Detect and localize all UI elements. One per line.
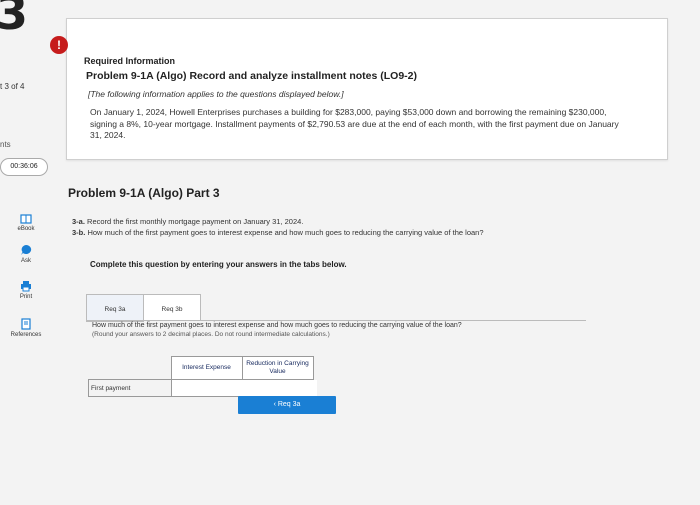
question-number: 3 <box>0 0 29 40</box>
tab-req-3a[interactable]: Req 3a <box>86 294 144 322</box>
table-row: First payment <box>88 379 317 397</box>
question-3a-label: 3-a. <box>72 217 85 226</box>
sidebar-item-ebook[interactable]: eBook <box>4 214 48 232</box>
question-3b-text: How much of the first payment goes to in… <box>87 228 484 237</box>
points-label: nts <box>0 140 11 149</box>
question-3a: 3-a. Record the first monthly mortgage p… <box>72 216 484 227</box>
sidebar-item-label: References <box>10 332 42 338</box>
interest-expense-input[interactable] <box>171 380 246 396</box>
tab-label: Req 3a <box>104 306 126 313</box>
problem-title: Problem 9-1A (Algo) Record and analyze i… <box>86 70 418 82</box>
prev-req-3a-button[interactable]: ‹ Req 3a <box>238 396 336 414</box>
printer-icon <box>21 281 31 292</box>
question-progress: t 3 of 4 <box>0 82 25 91</box>
column-header-interest: Interest Expense <box>170 356 243 380</box>
prev-button-label: ‹ Req 3a <box>273 401 301 408</box>
sidebar-item-label: Print <box>19 294 33 300</box>
sidebar-item-print[interactable]: Print <box>4 280 48 300</box>
table-header-row: Interest Expense Reduction in Carrying V… <box>89 356 314 380</box>
sidebar-item-references[interactable]: References <box>4 318 48 338</box>
column-header-reduction: Reduction in Carrying Value <box>241 356 314 380</box>
sidebar-item-ask[interactable]: Ask <box>4 244 48 264</box>
tab-req-3b[interactable]: Req 3b <box>143 294 201 321</box>
question-3b-label: 3-b. <box>72 228 86 237</box>
sidebar-item-label: eBook <box>17 226 35 232</box>
book-icon <box>20 214 32 224</box>
question-3a-text: Record the first monthly mortgage paymen… <box>87 217 304 226</box>
info-note: [The following information applies to th… <box>88 89 344 99</box>
chat-icon <box>21 244 32 255</box>
instructions: Complete this question by entering your … <box>90 260 347 269</box>
tab-label: Req 3b <box>161 306 183 313</box>
timer-text: 00:36:06 <box>10 163 38 170</box>
row-label-first-payment: First payment <box>88 379 172 397</box>
timer: 00:36:06 <box>0 158 48 176</box>
references-icon <box>21 318 31 330</box>
alert-icon: ! <box>50 36 68 54</box>
panel-hint: (Round your answers to 2 decimal places.… <box>92 331 330 338</box>
answer-table: Interest Expense Reduction in Carrying V… <box>88 356 317 397</box>
interest-expense-cell <box>170 379 246 397</box>
reduction-carrying-value-input[interactable] <box>242 380 317 396</box>
info-heading: Required Information <box>84 56 176 66</box>
question-3b: 3-b. How much of the first payment goes … <box>72 227 484 238</box>
sidebar-item-label: Ask <box>20 258 31 264</box>
panel-question: How much of the first payment goes to in… <box>92 322 462 329</box>
part-questions: 3-a. Record the first monthly mortgage p… <box>72 216 484 238</box>
part-title: Problem 9-1A (Algo) Part 3 <box>68 186 220 200</box>
table-corner <box>89 357 172 380</box>
reduction-cell <box>241 379 317 397</box>
info-paragraph: On January 1, 2024, Howell Enterprises p… <box>90 107 619 140</box>
